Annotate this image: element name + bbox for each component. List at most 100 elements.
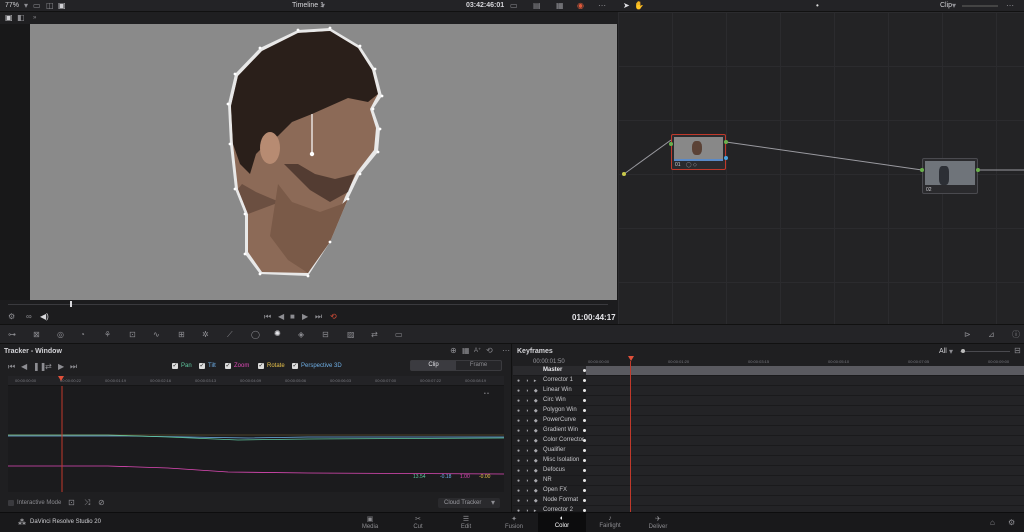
scrubber-track[interactable] (8, 304, 608, 305)
keyframes-ruler[interactable]: 00:00:00:00 00:00:01:20 00:00:03:15 00:0… (586, 358, 1024, 366)
node-mode-dropdown[interactable]: Clip (940, 2, 952, 9)
checkbox-pan[interactable]: ✓ Pan (172, 363, 192, 369)
keyframe-row[interactable]: ● ◑ ◆ Node Format (513, 496, 1024, 506)
clip-frame-toggle[interactable]: Clip Frame (410, 360, 502, 371)
page-tab-color[interactable]: ◐ Color (538, 513, 586, 532)
node-key-output-icon[interactable] (724, 156, 728, 160)
hand-icon[interactable]: ✋ (634, 2, 644, 10)
keyframe-row[interactable]: ● ◑ ◆ Linear Win (513, 386, 1024, 396)
timeline-name[interactable]: Timeline 1 (292, 2, 324, 9)
scopes-icon[interactable]: ⊿ (988, 331, 995, 339)
keyframe-row-master[interactable]: Master (513, 366, 1024, 376)
insert-icon[interactable]: ⊡ (68, 499, 75, 507)
gear-icon[interactable]: ⚙ (1008, 519, 1015, 527)
3d-icon[interactable]: ▭ (395, 331, 403, 339)
checkbox-perspective-3d[interactable]: ✓ Perspective 3D (292, 363, 342, 369)
page-tab-cut[interactable]: ✂ Cut (394, 513, 442, 532)
key-icon[interactable]: ▨ (347, 331, 355, 339)
node-02[interactable]: 02 (922, 158, 978, 194)
node-graph[interactable]: 01 ◯ ◇ 02 (618, 12, 1024, 324)
keyframes-toggle-icon[interactable]: ⊳ (964, 331, 971, 339)
play-icon[interactable]: ▶ (302, 313, 308, 321)
page-tab-deliver[interactable]: ✈ Deliver (634, 513, 682, 532)
layout-icon[interactable]: ▭ (33, 2, 41, 10)
eyedropper-icon[interactable]: ⟋ (227, 331, 233, 339)
track-both-icon[interactable]: ⇄ (45, 363, 52, 371)
keyframe-row[interactable]: ● ◑ ◆ Color Corrector (513, 436, 1024, 446)
track-backward-icon[interactable]: ⏮ (8, 363, 15, 371)
keyframe-zoom-slider[interactable] (960, 351, 1010, 352)
compare-icon[interactable]: ◧ (17, 14, 25, 22)
pointer-icon[interactable]: ➤ (623, 2, 630, 10)
rgb-mixer-icon[interactable]: ⚘ (104, 331, 111, 339)
tracker-graph[interactable]: • • 13.54 -0.18 1.00 -0.00 (8, 386, 505, 492)
color-match-icon[interactable]: ⊠ (33, 331, 40, 339)
node-input-icon[interactable] (920, 168, 924, 172)
options-icon[interactable]: ⋯ (598, 2, 606, 10)
keyframe-row[interactable]: ● ◑ ◆ Gradient Win (513, 426, 1024, 436)
volume-icon[interactable]: ◀) (40, 313, 49, 321)
tracker-mode-dropdown[interactable]: Cloud Tracker ▾ (438, 498, 500, 508)
keyframe-row[interactable]: ● ◑ ◆ Circ Win (513, 396, 1024, 406)
gear-icon[interactable]: ⚙ (8, 313, 15, 321)
keyframe-row[interactable]: ● ◑ ▸ Corrector 1 (513, 376, 1024, 386)
node-input-icon[interactable] (669, 142, 673, 146)
sizing-icon[interactable]: ⇄ (371, 331, 378, 339)
keyframe-row[interactable]: ● ◑ ◆ Polygon Win (513, 406, 1024, 416)
tab-frame[interactable]: Frame (456, 361, 501, 370)
checkbox-rotate[interactable]: ✓ Rotate (258, 363, 285, 369)
info-icon[interactable]: ⓘ (1012, 331, 1020, 339)
grid-icon[interactable]: ▦ (462, 347, 470, 355)
keyframe-row[interactable]: ● ◑ ◆ Defocus (513, 466, 1024, 476)
home-icon[interactable]: ⌂ (990, 519, 995, 527)
track-reverse-icon[interactable]: ◀ (21, 363, 27, 371)
fullscreen-icon[interactable]: ▣ (58, 2, 66, 10)
keyframe-row[interactable]: ● ◑ ◆ NR (513, 476, 1024, 486)
page-tab-edit[interactable]: ☰ Edit (442, 513, 490, 532)
split-view-icon[interactable]: ◫ (46, 2, 54, 10)
zoom-dropdown[interactable]: 77% (5, 2, 19, 9)
window-icon[interactable]: ◯ (251, 331, 260, 339)
blur-icon[interactable]: ⊟ (322, 331, 329, 339)
slider-handle[interactable] (961, 349, 965, 353)
loop-playback-icon[interactable]: ⟲ (330, 313, 337, 321)
keyframe-row[interactable]: ● ◑ ◆ Qualifier (513, 446, 1024, 456)
tracker-ruler[interactable]: 00:00:00:00 00:00:00:22 00:00:01:19 00:0… (8, 376, 504, 386)
keyframes-filter[interactable]: All (939, 348, 947, 355)
clip-view-icon[interactable]: ▤ (533, 2, 541, 10)
expand-icon[interactable]: » (33, 14, 36, 22)
color-wheels-icon[interactable]: ◎ (57, 331, 64, 339)
options-icon[interactable]: ⋯ (502, 347, 510, 355)
highlight-icon[interactable]: ◉ (577, 2, 584, 10)
go-to-start-icon[interactable]: ⏮ (264, 313, 271, 321)
crosshair-icon[interactable]: ⊕ (450, 347, 457, 355)
tab-clip[interactable]: Clip (411, 361, 456, 370)
magic-mask-icon[interactable]: ◈ (298, 331, 304, 339)
keyframe-row[interactable]: ● ◑ ◆ Open FX (513, 486, 1024, 496)
reverse-icon[interactable]: ◀ (278, 313, 284, 321)
track-forward-icon[interactable]: ▶ (58, 363, 64, 371)
graph-options-icon[interactable]: • • (484, 390, 489, 398)
qualifier-icon[interactable]: ✲ (202, 331, 209, 339)
lut-icon[interactable]: ⊶ (8, 331, 16, 339)
track-icon[interactable]: ⟲ (486, 347, 493, 355)
grid-icon[interactable]: ▦ (556, 2, 564, 10)
node-output-icon[interactable] (976, 168, 980, 172)
track-forward-end-icon[interactable]: ⏭ (70, 363, 77, 371)
ab-icon[interactable]: A⁺ (474, 347, 481, 355)
checkbox-tilt[interactable]: ✓ Tilt (199, 363, 216, 369)
monitor-icon[interactable]: ▭ (510, 2, 518, 10)
keyframe-row[interactable]: ● ◑ ◆ PowerCurve (513, 416, 1024, 426)
page-tab-fairlight[interactable]: ♪ Fairlight (586, 513, 634, 532)
image-icon[interactable]: ▣ (5, 14, 13, 22)
options-icon[interactable]: ⋯ (1006, 2, 1014, 10)
zoom-slider[interactable] (962, 5, 998, 7)
page-tab-media[interactable]: ▣ Media (346, 513, 394, 532)
stop-icon[interactable]: ■ (290, 313, 295, 321)
set-point-icon[interactable]: ⤨ (84, 499, 90, 507)
color-warper-icon[interactable]: ⊞ (178, 331, 185, 339)
page-tab-fusion[interactable]: ✦ Fusion (490, 513, 538, 532)
motion-effects-icon[interactable]: ⊡ (129, 331, 136, 339)
keyframe-row[interactable]: ● ◑ ◆ Misc Isolation (513, 456, 1024, 466)
delete-point-icon[interactable]: ⊘ (98, 499, 105, 507)
